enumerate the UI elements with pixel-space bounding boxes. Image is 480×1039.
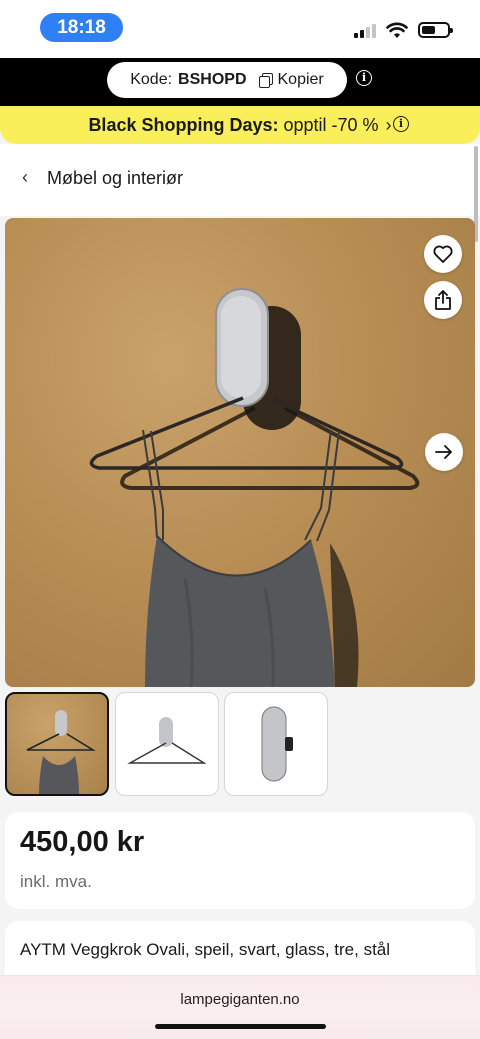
- status-bar: 18:18: [0, 0, 480, 58]
- promo-code-pill[interactable]: Kode: BSHOPD Kopier: [107, 62, 347, 98]
- product-main-image[interactable]: [5, 218, 475, 687]
- thumbnail-hanger[interactable]: [115, 692, 219, 796]
- breadcrumb-category[interactable]: Møbel og interiør: [47, 168, 183, 189]
- thumbnail-mirror-side[interactable]: [224, 692, 328, 796]
- price-card: 450,00 kr inkl. mva.: [5, 812, 475, 909]
- wifi-icon: [386, 22, 408, 38]
- promo-code-value: BSHOPD: [178, 71, 247, 88]
- banner-text: opptil -70 %: [283, 114, 379, 135]
- product-title: AYTM Veggkrok Ovali, speil, svart, glass…: [20, 940, 391, 959]
- share-icon: [435, 290, 451, 310]
- thumbnail-lifestyle[interactable]: [5, 692, 109, 796]
- status-time: 18:18: [40, 13, 123, 42]
- banner-title: Black Shopping Days:: [88, 114, 279, 135]
- url-text[interactable]: lampegiganten.no: [0, 991, 480, 1008]
- black-shopping-banner[interactable]: Black Shopping Days: opptil -70 % › i: [0, 106, 480, 144]
- product-price: 450,00 kr: [20, 826, 145, 858]
- promo-code-label: Kode:: [130, 71, 173, 88]
- chevron-left-icon: ‹: [22, 167, 28, 187]
- status-icons: [354, 20, 453, 40]
- arrow-right-icon: [435, 445, 452, 459]
- chevron-right-icon: ›: [385, 114, 392, 135]
- promo-info-icon[interactable]: i: [356, 70, 372, 86]
- banner-info-icon[interactable]: i: [393, 116, 409, 132]
- signal-icon: [354, 23, 376, 38]
- next-image-button[interactable]: [425, 433, 463, 471]
- breadcrumb[interactable]: ‹ Møbel og interiør: [0, 144, 480, 216]
- price-vat-note: inkl. mva.: [20, 872, 92, 891]
- browser-url-bar[interactable]: lampegiganten.no: [0, 975, 480, 1039]
- battery-icon: [418, 22, 453, 38]
- promo-code-bar: Kode: BSHOPD Kopier i: [0, 58, 480, 106]
- home-indicator[interactable]: [155, 1024, 326, 1029]
- copy-icon: [258, 73, 273, 88]
- share-button[interactable]: [424, 281, 462, 319]
- heart-icon: [433, 245, 453, 263]
- favorite-button[interactable]: [424, 235, 462, 273]
- copy-button[interactable]: Kopier: [278, 71, 324, 89]
